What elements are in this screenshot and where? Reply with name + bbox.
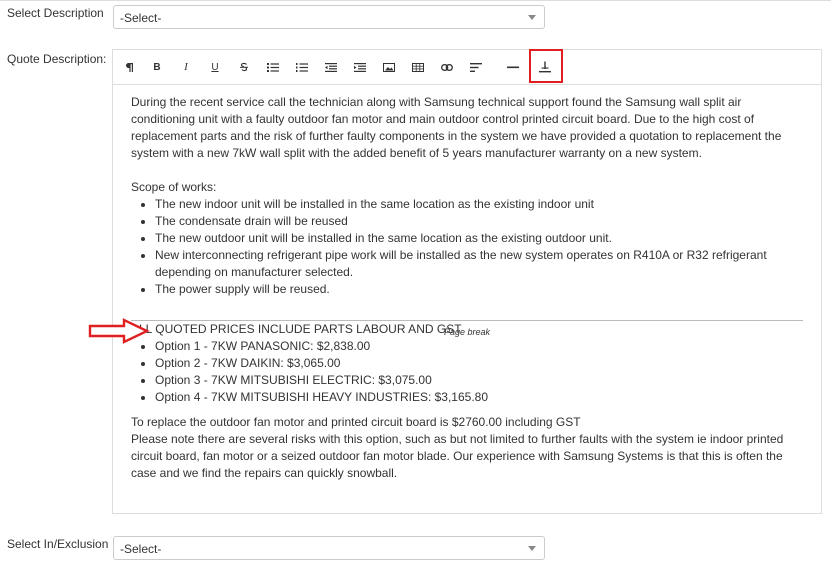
select-description-value: -Select-: [120, 11, 162, 25]
list-item: Option 3 - 7KW MITSUBISHI ELECTRIC: $3,0…: [155, 372, 803, 389]
list-item: The new indoor unit will be installed in…: [155, 196, 803, 213]
editor-toolbar: B I U: [112, 49, 822, 84]
bold-button[interactable]: B: [143, 50, 171, 84]
select-inexclusion-label: Select In/Exclusion: [7, 537, 109, 551]
repair-line: To replace the outdoor fan motor and pri…: [131, 415, 581, 429]
unordered-list-icon[interactable]: [259, 50, 287, 84]
scope-list: The new indoor unit will be installed in…: [131, 196, 803, 298]
red-arrow-icon: [88, 318, 150, 344]
list-item: The condensate drain will be reused: [155, 213, 803, 230]
link-icon[interactable]: [433, 50, 461, 84]
chevron-down-icon: [528, 15, 536, 20]
select-description-label: Select Description: [7, 6, 104, 20]
outdent-icon[interactable]: [317, 50, 345, 84]
page-break-line: Page break: [131, 320, 803, 337]
image-icon[interactable]: [375, 50, 403, 84]
underline-button[interactable]: U: [201, 50, 229, 84]
page-break-label: Page break: [443, 327, 491, 337]
options-list: Option 1 - 7KW PANASONIC: $2,838.00 Opti…: [131, 338, 803, 406]
list-item: The new outdoor unit will be installed i…: [155, 230, 803, 247]
paragraph-icon[interactable]: [115, 50, 143, 84]
indent-icon[interactable]: [346, 50, 374, 84]
table-icon[interactable]: [404, 50, 432, 84]
page-break-highlight-box: [529, 49, 563, 83]
chevron-down-icon: [528, 546, 536, 551]
select-inexclusion-dropdown[interactable]: -Select-: [113, 536, 545, 560]
quote-description-editor[interactable]: During the recent service call the techn…: [112, 84, 822, 514]
quote-description-label: Quote Description:: [7, 52, 107, 66]
ordered-list-icon[interactable]: [288, 50, 316, 84]
align-icon[interactable]: [462, 50, 490, 84]
intro-paragraph: During the recent service call the techn…: [131, 95, 782, 160]
select-description-dropdown[interactable]: -Select-: [113, 5, 545, 29]
list-item: Option 4 - 7KW MITSUBISHI HEAVY INDUSTRI…: [155, 389, 803, 406]
italic-button[interactable]: I: [172, 50, 200, 84]
list-item: New interconnecting refrigerant pipe wor…: [155, 247, 803, 281]
scope-heading: Scope of works:: [131, 180, 217, 194]
strikethrough-icon[interactable]: [230, 50, 258, 84]
top-divider: [0, 0, 831, 1]
horizontal-rule-icon[interactable]: [499, 50, 527, 84]
list-item: Option 2 - 7KW DAIKIN: $3,065.00: [155, 355, 803, 372]
list-item: The power supply will be reused.: [155, 281, 803, 298]
risk-note: Please note there are several risks with…: [131, 432, 784, 480]
select-inexclusion-value: -Select-: [120, 542, 162, 556]
